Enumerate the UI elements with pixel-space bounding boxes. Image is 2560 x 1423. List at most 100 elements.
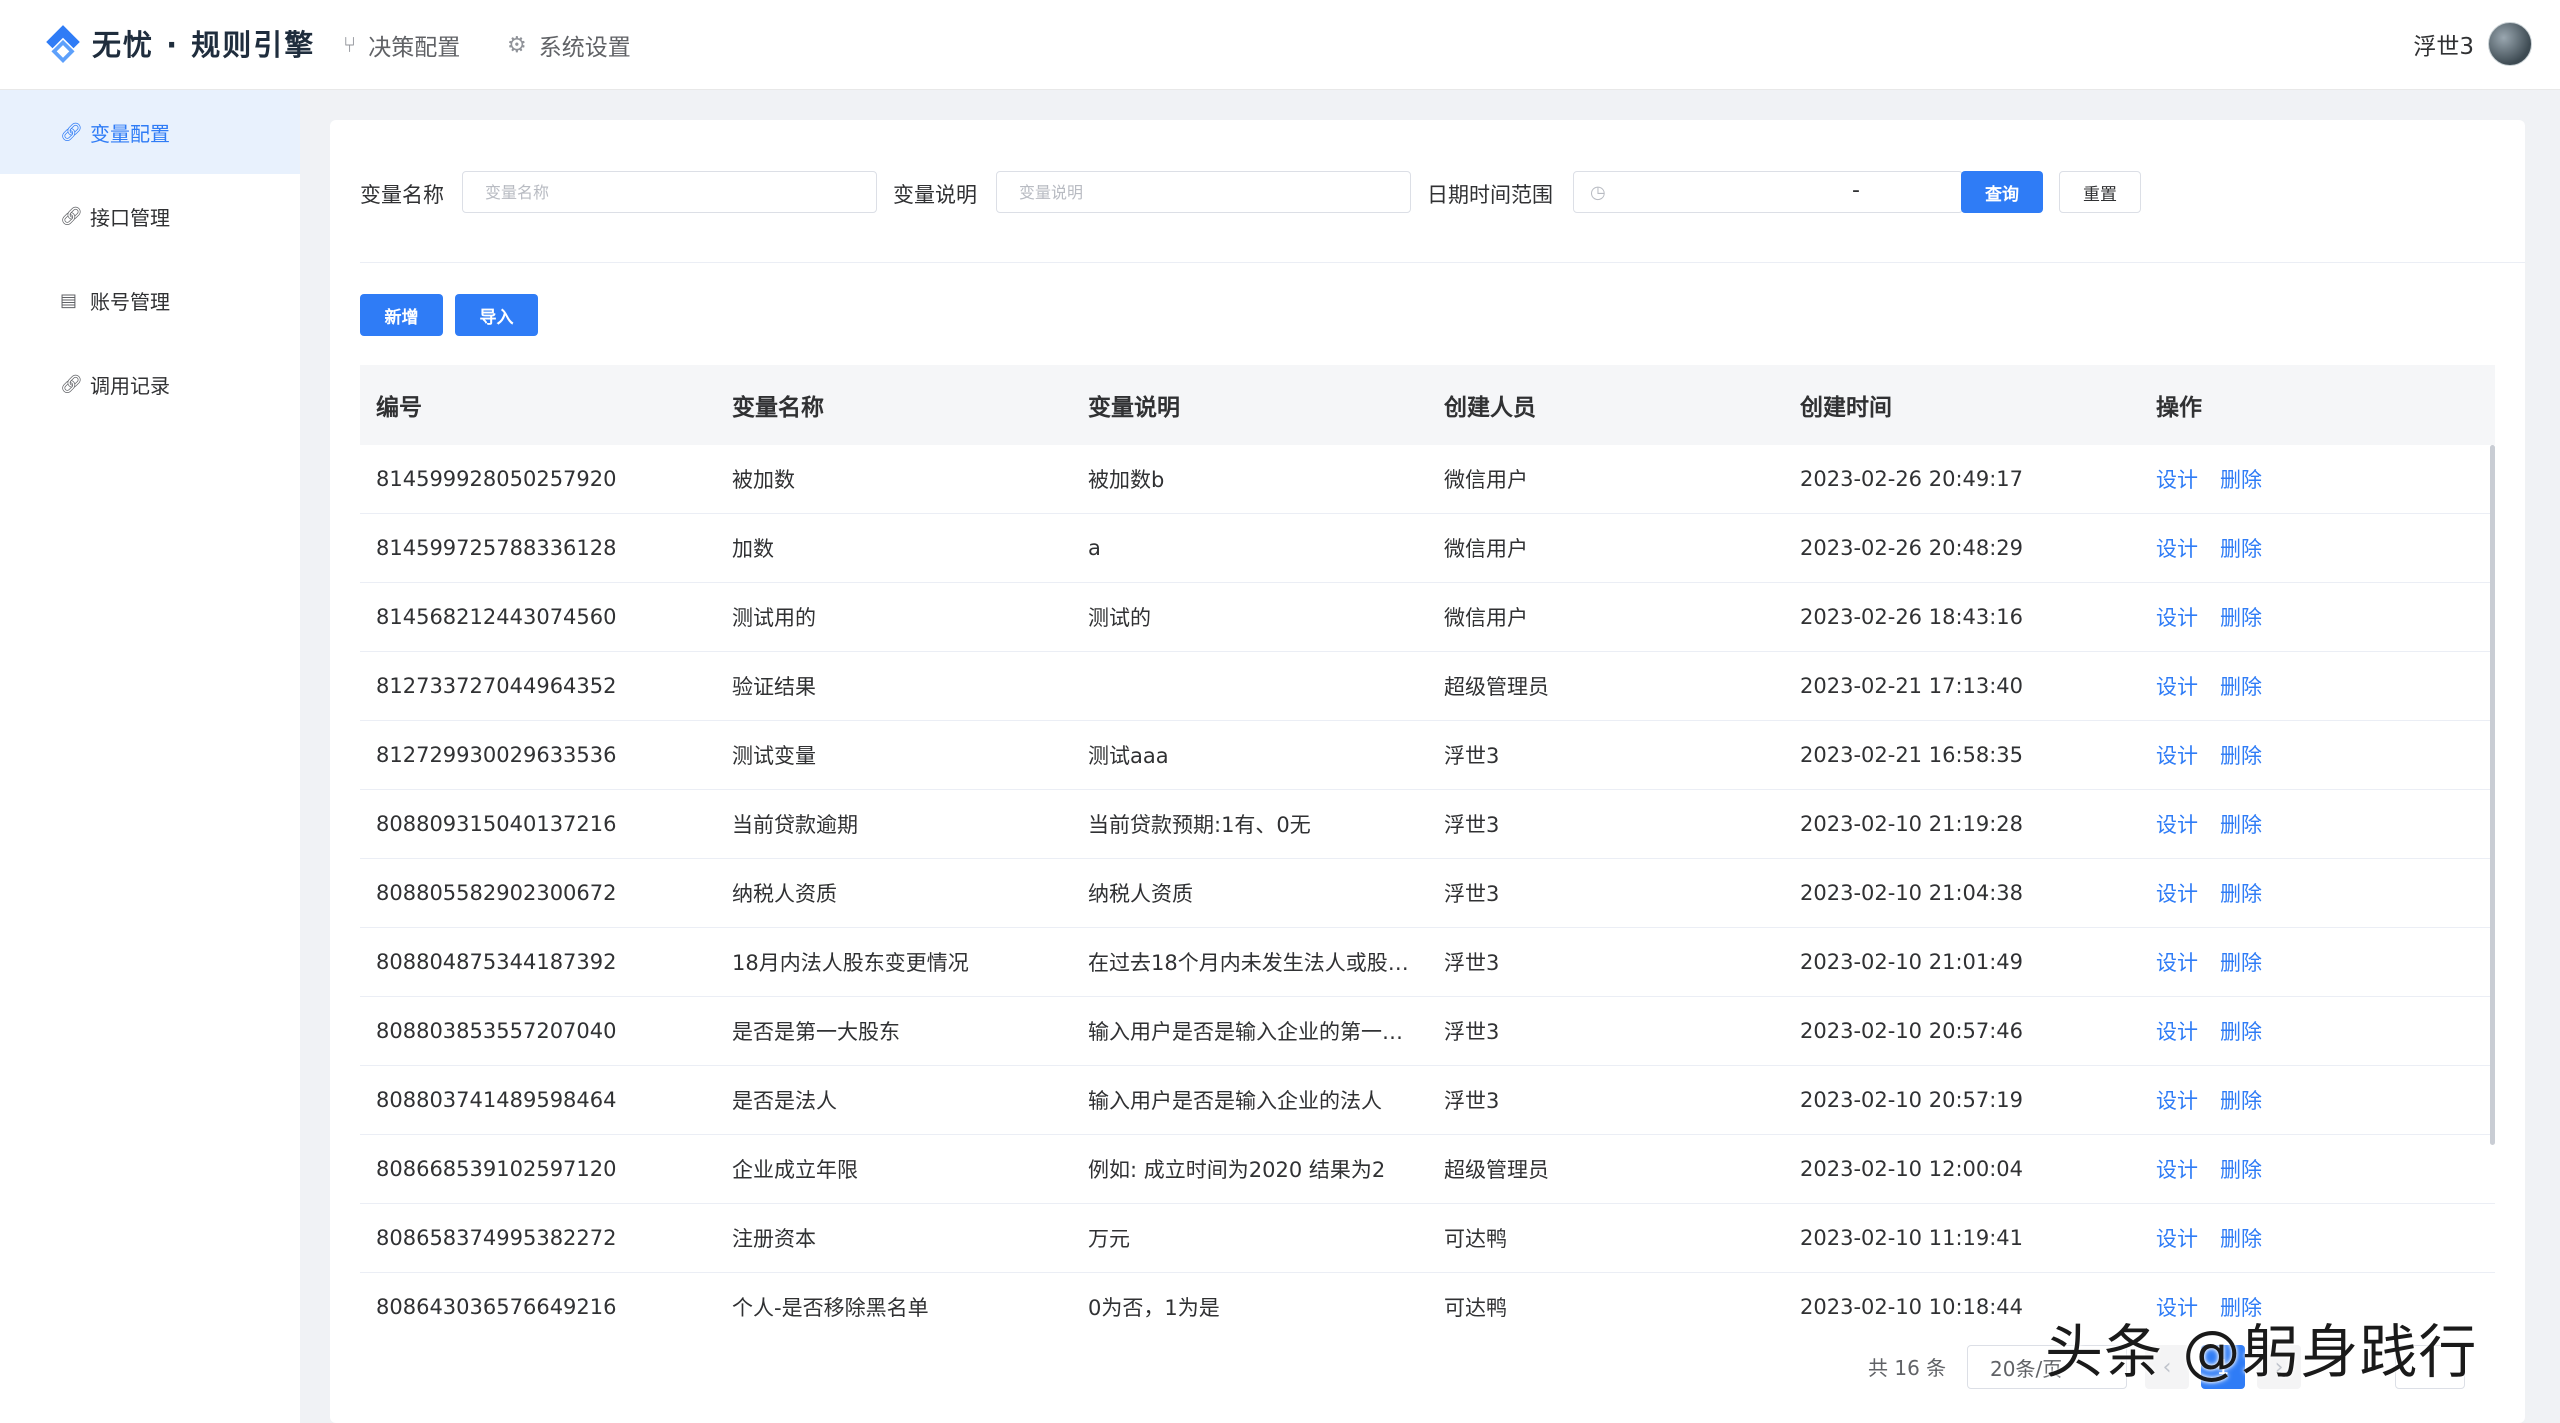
created-time-cell: 2023-02-10 21:04:38 (1800, 881, 2024, 905)
clock-icon: ◷ (1590, 181, 1606, 203)
design-link[interactable]: 设计 (2156, 951, 2198, 975)
delete-link[interactable]: 删除 (2220, 813, 2262, 837)
import-button[interactable]: 导入 (455, 294, 538, 336)
design-link[interactable]: 设计 (2156, 606, 2198, 630)
variable-table: 编号 变量名称 变量说明 创建人员 创建时间 操作 81459992805025… (360, 365, 2495, 1320)
var-desc-label: 变量说明 (893, 183, 977, 207)
reset-button[interactable]: 重置 (2059, 171, 2141, 213)
operations-cell: 设计 删除 (2140, 878, 2495, 908)
table-scrollbar[interactable] (2490, 445, 2495, 1145)
sidebar-item-variable-config[interactable]: 🔗︎ 变量配置 (0, 90, 300, 174)
variable-id-cell: 814568212443074560 (376, 605, 617, 629)
table-row: 814568212443074560 测试用的 测试的 微信用户 2023-02-26 … (360, 583, 2495, 652)
table-row: 808805582902300672 纳税人资质 纳税人资质 浮世3 2023-02-1… (360, 859, 2495, 928)
delete-link[interactable]: 删除 (2220, 468, 2262, 492)
delete-link[interactable]: 删除 (2220, 882, 2262, 906)
main-panel: 变量名称 变量说明 日期时间范围 ◷ - 查询 重置 新增 导入 编号 变量名称… (330, 120, 2525, 1423)
query-button[interactable]: 查询 (1961, 171, 2043, 213)
delete-link[interactable]: 删除 (2220, 744, 2262, 768)
delete-link[interactable]: 删除 (2220, 1158, 2262, 1182)
column-header: 操作 (2156, 395, 2202, 421)
delete-link[interactable]: 删除 (2220, 1020, 2262, 1044)
operations-cell: 设计 删除 (2140, 464, 2495, 494)
creator-cell: 微信用户 (1444, 537, 1528, 561)
table-row: 808658374995382272 注册资本 万元 可达鸭 2023-02-10 11… (360, 1204, 2495, 1273)
design-link[interactable]: 设计 (2156, 882, 2198, 906)
variable-desc-cell: 输入用户是否是输入企业的法人 (1088, 1089, 1382, 1113)
operations-cell: 设计 删除 (2140, 533, 2495, 563)
sidebar-item-account-management[interactable]: ▤ 账号管理 (0, 258, 300, 342)
created-time-cell: 2023-02-10 12:00:04 (1800, 1157, 2024, 1181)
created-time-cell: 2023-02-10 11:19:41 (1800, 1226, 2024, 1250)
design-link[interactable]: 设计 (2156, 468, 2198, 492)
link-icon: 🔗︎ (60, 205, 83, 227)
column-header: 变量说明 (1088, 395, 1180, 421)
variable-name-cell: 注册资本 (732, 1227, 816, 1251)
list-icon: ▤ (60, 289, 78, 311)
design-link[interactable]: 设计 (2156, 744, 2198, 768)
variable-name-cell: 是否是法人 (732, 1089, 837, 1113)
variable-name-cell: 是否是第一大股东 (732, 1020, 900, 1044)
add-button[interactable]: 新增 (360, 294, 443, 336)
delete-link[interactable]: 删除 (2220, 1227, 2262, 1251)
variable-desc-cell: 例如: 成立时间为2020 结果为2 (1088, 1158, 1386, 1182)
variable-id-cell: 808805582902300672 (376, 881, 617, 905)
delete-link[interactable]: 删除 (2220, 951, 2262, 975)
delete-link[interactable]: 删除 (2220, 1089, 2262, 1113)
column-header: 变量名称 (732, 395, 824, 421)
date-range-picker[interactable]: ◷ - (1573, 171, 1963, 213)
design-link[interactable]: 设计 (2156, 537, 2198, 561)
design-link[interactable]: 设计 (2156, 1089, 2198, 1113)
creator-cell: 微信用户 (1444, 606, 1528, 630)
sidebar-item-api-management[interactable]: 🔗︎ 接口管理 (0, 174, 300, 258)
user-menu[interactable]: 浮世3 (2413, 22, 2532, 66)
nav-system-settings[interactable]: ⚙ 系统设置 (507, 28, 631, 62)
nav-decision-config[interactable]: ⑂ 决策配置 (343, 28, 460, 62)
watermark: 头条 @躬身践行 (2045, 1318, 2478, 1386)
table-row: 812733727044964352 验证结果 超级管理员 2023-02-21 17… (360, 652, 2495, 721)
variable-id-cell: 814599725788336128 (376, 536, 617, 560)
design-link[interactable]: 设计 (2156, 813, 2198, 837)
table-row: 808804875344187392 18月内法人股东变更情况 在过去18个月内未发… (360, 928, 2495, 997)
design-link[interactable]: 设计 (2156, 1227, 2198, 1251)
delete-link[interactable]: 删除 (2220, 606, 2262, 630)
sidebar-item-call-records[interactable]: 🔗︎ 调用记录 (0, 342, 300, 426)
created-time-cell: 2023-02-10 20:57:19 (1800, 1088, 2024, 1112)
avatar[interactable] (2488, 22, 2532, 66)
design-link[interactable]: 设计 (2156, 675, 2198, 699)
link-icon: 🔗︎ (60, 373, 83, 395)
variable-desc-cell: 测试的 (1088, 606, 1151, 630)
creator-cell: 可达鸭 (1444, 1227, 1507, 1251)
table-row: 808803741489598464 是否是法人 输入用户是否是输入企业的法人 浮世3… (360, 1066, 2495, 1135)
nav-label: 决策配置 (368, 35, 461, 61)
table-header: 编号 变量名称 变量说明 创建人员 创建时间 操作 (360, 365, 2495, 445)
var-name-input[interactable] (462, 171, 877, 213)
filter-divider (360, 262, 2525, 263)
variable-name-cell: 18月内法人股东变更情况 (732, 951, 969, 975)
variable-name-cell: 测试用的 (732, 606, 816, 630)
creator-cell: 浮世3 (1444, 744, 1500, 768)
delete-link[interactable]: 删除 (2220, 537, 2262, 561)
variable-id-cell: 808643036576649216 (376, 1295, 617, 1319)
variable-desc-cell: 万元 (1088, 1227, 1130, 1251)
created-time-cell: 2023-02-10 21:19:28 (1800, 812, 2024, 836)
column-header: 创建时间 (1800, 395, 1892, 421)
brand-logo[interactable]: 无忧 · 规则引擎 (42, 22, 315, 64)
table-row: 814599725788336128 加数 a 微信用户 2023-02-26 20:4… (360, 514, 2495, 583)
operations-cell: 设计 删除 (2140, 809, 2495, 839)
variable-name-cell: 加数 (732, 537, 774, 561)
user-name: 浮世3 (2413, 34, 2474, 60)
creator-cell: 微信用户 (1444, 468, 1528, 492)
creator-cell: 浮世3 (1444, 951, 1500, 975)
variable-name-cell: 个人-是否移除黑名单 (732, 1296, 929, 1320)
brand-name: 无忧 · 规则引擎 (92, 28, 316, 62)
delete-link[interactable]: 删除 (2220, 675, 2262, 699)
design-link[interactable]: 设计 (2156, 1020, 2198, 1044)
var-desc-input[interactable] (996, 171, 1411, 213)
created-time-cell: 2023-02-26 20:49:17 (1800, 467, 2024, 491)
variable-name-cell: 当前贷款逾期 (732, 813, 858, 837)
table-body[interactable]: 814599928050257920 被加数 被加数b 微信用户 2023-02-26 … (360, 445, 2495, 1320)
variable-name-cell: 测试变量 (732, 744, 816, 768)
branch-icon: ⑂ (343, 32, 357, 58)
design-link[interactable]: 设计 (2156, 1158, 2198, 1182)
